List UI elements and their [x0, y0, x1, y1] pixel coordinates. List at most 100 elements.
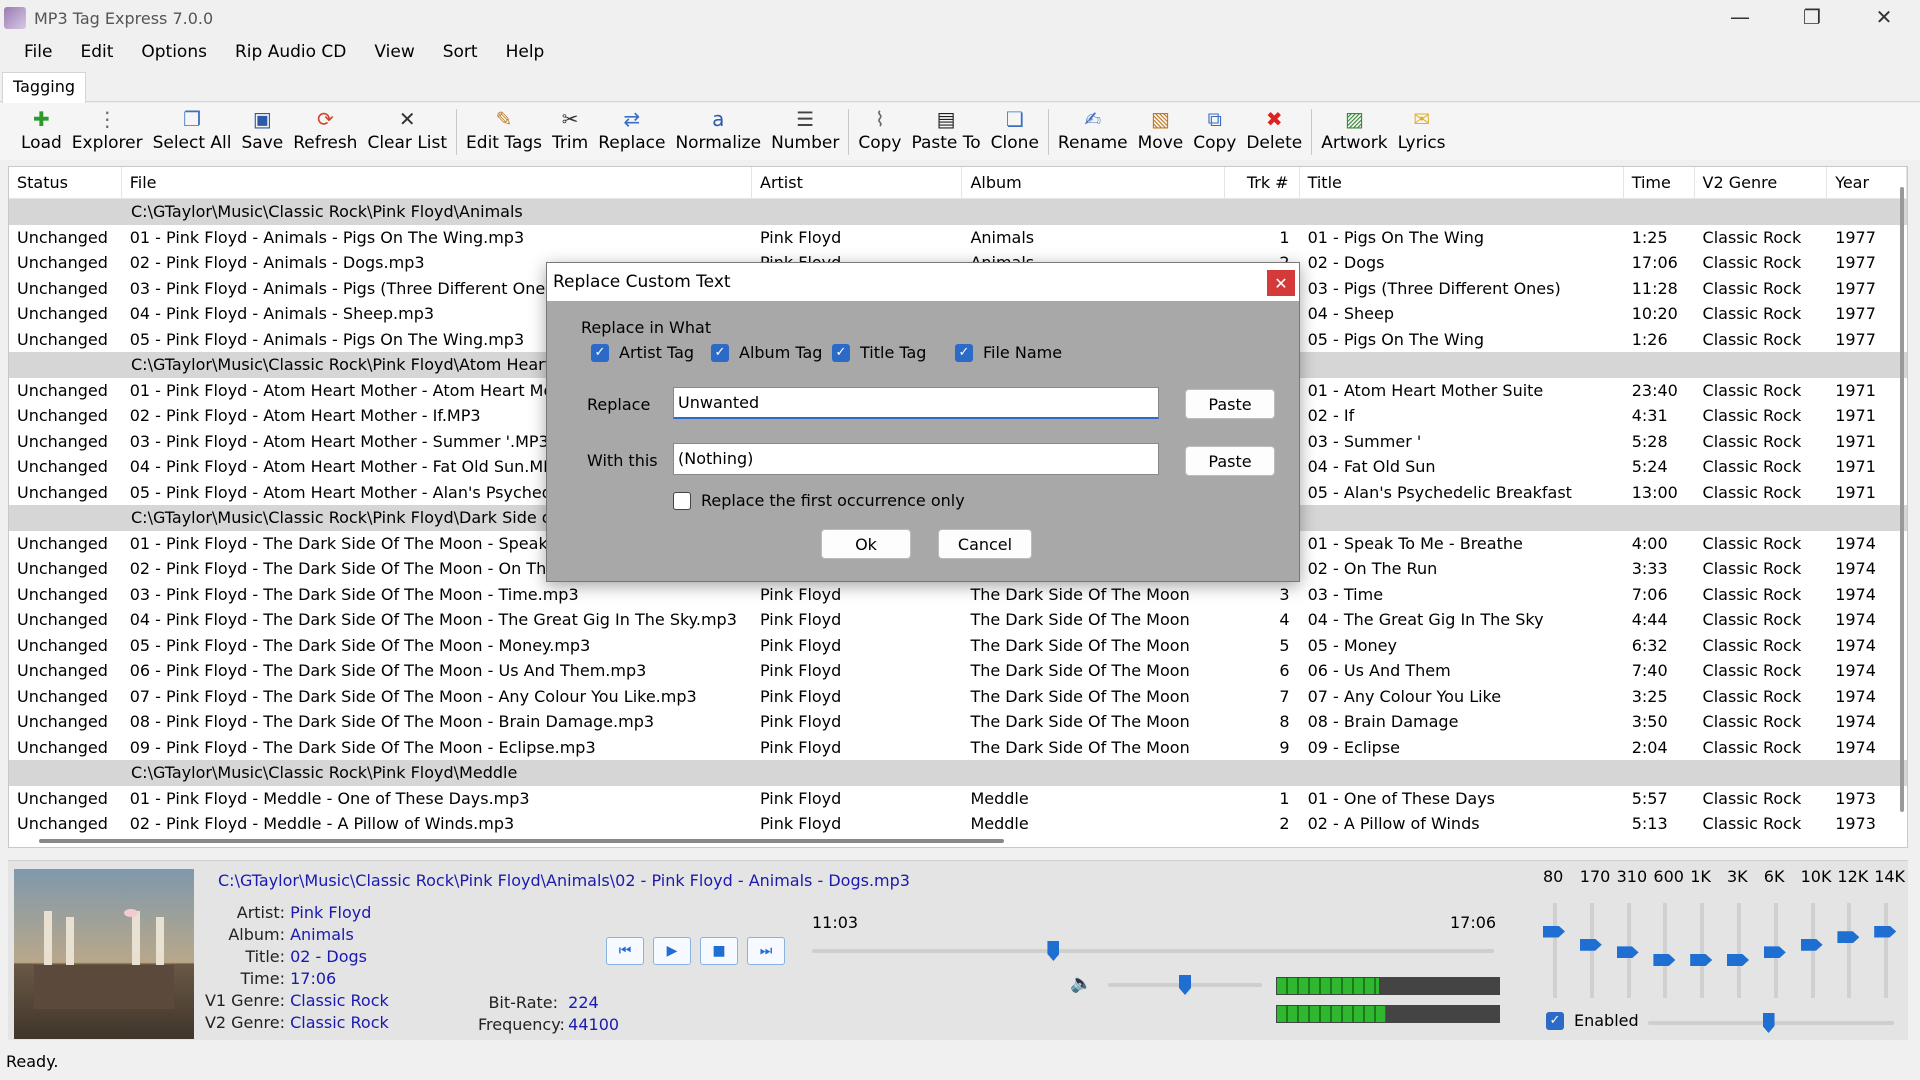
column-header-status[interactable]: Status: [9, 167, 122, 199]
progress-track[interactable]: [812, 949, 1494, 953]
progress-slider-thumb[interactable]: [1047, 941, 1060, 961]
paste-replace-button[interactable]: Paste: [1185, 389, 1275, 419]
cell-v2-genre: Classic Rock: [1702, 712, 1802, 732]
toolbar-move-button[interactable]: ▧ Move: [1133, 103, 1189, 159]
table-row[interactable]: Unchanged 06 - Pink Floyd - The Dark Side…: [9, 658, 1907, 684]
toolbar-artwork-button[interactable]: ▨ Artwork: [1316, 103, 1392, 159]
table-row[interactable]: Unchanged 09 - Pink Floyd - The Dark Side…: [9, 735, 1907, 761]
column-header-time[interactable]: Time: [1624, 167, 1695, 199]
toolbar-copy-button[interactable]: ⌇ Copy: [853, 103, 906, 159]
table-row[interactable]: Unchanged 07 - Pink Floyd - The Dark Side…: [9, 684, 1907, 710]
eq-band-track[interactable]: [1884, 903, 1889, 998]
menu-edit[interactable]: Edit: [66, 42, 127, 62]
toolbar-select-all-button[interactable]: ❐ Select All: [148, 103, 237, 159]
menu-options[interactable]: Options: [127, 42, 221, 62]
checkbox-title-tag[interactable]: ✓ Title Tag: [832, 343, 926, 362]
table-row[interactable]: Unchanged 01 - Pink Floyd - Meddle - One …: [9, 786, 1907, 812]
menu-sort[interactable]: Sort: [429, 42, 492, 62]
toolbar-load-button[interactable]: ✚ Load: [16, 103, 67, 159]
replace-input[interactable]: Unwanted: [673, 387, 1159, 419]
vertical-scrollbar[interactable]: [1900, 187, 1904, 812]
toolbar-trim-button[interactable]: ✂ Trim: [547, 103, 593, 159]
column-header-trk-[interactable]: Trk #: [1225, 167, 1300, 199]
menu-file[interactable]: File: [10, 42, 66, 62]
checkbox-album-tag[interactable]: ✓ Album Tag: [711, 343, 822, 362]
column-header-year[interactable]: Year: [1827, 167, 1907, 199]
eq-band-thumb[interactable]: [1653, 954, 1676, 966]
eq-band-thumb[interactable]: [1763, 946, 1786, 959]
toolbar-replace-button[interactable]: ⇄ Replace: [593, 103, 670, 159]
first-occurrence-checkbox[interactable]: Replace the first occurrence only: [673, 491, 965, 510]
eq-band-thumb[interactable]: [1579, 938, 1602, 951]
restore-button[interactable]: ❐: [1776, 0, 1848, 34]
eq-band-thumb[interactable]: [1727, 954, 1749, 966]
toolbar-edit-tags-button[interactable]: ✎ Edit Tags: [461, 103, 547, 159]
play-icon[interactable]: ▶: [653, 937, 691, 965]
eq-band-thumb[interactable]: [1800, 938, 1823, 951]
next-track-icon[interactable]: ⏭: [747, 937, 785, 965]
cell-v2-genre: Classic Rock: [1702, 788, 1802, 808]
close-icon[interactable]: ✕: [1267, 270, 1295, 296]
eq-band-thumb[interactable]: [1616, 946, 1639, 959]
toolbar-copy-button[interactable]: ⧉ Copy: [1188, 103, 1241, 159]
toolbar-clear-list-button[interactable]: ✕ Clear List: [362, 103, 452, 159]
column-header-title[interactable]: Title: [1300, 167, 1624, 199]
column-header-file[interactable]: File: [122, 167, 752, 199]
dialog-title-bar: Replace Custom Text ✕: [547, 263, 1299, 301]
menu-help[interactable]: Help: [492, 42, 559, 62]
folder-group-row[interactable]: C:\GTaylor\Music\Classic Rock\Pink Floyd…: [9, 199, 1907, 225]
folder-group-row[interactable]: C:\GTaylor\Music\Classic Rock\Pink Floyd…: [9, 760, 1907, 786]
cell-time: 10:20: [1631, 304, 1678, 324]
menu-rip-audio-cd[interactable]: Rip Audio CD: [221, 42, 360, 62]
toolbar-save-button[interactable]: ▣ Save: [237, 103, 289, 159]
ok-button[interactable]: Ok: [821, 529, 911, 559]
eq-enabled-checkbox[interactable]: ✓ Enabled: [1546, 1011, 1639, 1030]
tab-tagging[interactable]: Tagging: [2, 72, 86, 103]
eq-band-thumb[interactable]: [1690, 954, 1713, 966]
cancel-button[interactable]: Cancel: [938, 529, 1032, 559]
checkbox-checked-icon: ✓: [832, 343, 850, 362]
eq-band-track[interactable]: [1553, 903, 1557, 998]
toolbar-normalize-button[interactable]: a Normalize: [670, 103, 766, 159]
table-row[interactable]: Unchanged 02 - Pink Floyd - Meddle - A Pi…: [9, 811, 1907, 837]
horizontal-scrollbar[interactable]: [39, 839, 1004, 843]
checkbox-artist-tag[interactable]: ✓ Artist Tag: [591, 343, 694, 362]
toolbar-lyrics-button[interactable]: ✉ Lyrics: [1393, 103, 1451, 159]
eq-band-track[interactable]: [1737, 903, 1741, 998]
eq-band-track[interactable]: [1663, 903, 1668, 998]
copy-files-icon: ⧉: [1207, 107, 1222, 131]
with-this-input[interactable]: (Nothing): [673, 443, 1159, 475]
table-row[interactable]: Unchanged 05 - Pink Floyd - The Dark Side…: [9, 633, 1907, 659]
toolbar-rename-button[interactable]: ✍ Rename: [1053, 103, 1133, 159]
eq-band-thumb[interactable]: [1874, 925, 1897, 938]
cell-v2-genre: Classic Rock: [1702, 610, 1802, 630]
eq-band-thumb[interactable]: [1543, 925, 1565, 938]
toolbar-clone-button[interactable]: ❏ Clone: [986, 103, 1044, 159]
menu-view[interactable]: View: [360, 42, 428, 62]
paste-with-button[interactable]: Paste: [1185, 446, 1275, 476]
table-row[interactable]: Unchanged 08 - Pink Floyd - The Dark Side…: [9, 709, 1907, 735]
toolbar-refresh-button[interactable]: ⟳ Refresh: [288, 103, 362, 159]
table-row[interactable]: Unchanged 01 - Pink Floyd - Animals - Pig…: [9, 225, 1907, 251]
column-header-album[interactable]: Album: [962, 167, 1225, 199]
column-header-artist[interactable]: Artist: [752, 167, 963, 199]
previous-track-icon[interactable]: ⏮: [606, 937, 644, 965]
toolbar-delete-button[interactable]: ✖ Delete: [1241, 103, 1307, 159]
minimize-button[interactable]: —: [1704, 0, 1776, 34]
cell-status: Unchanged: [17, 686, 108, 706]
checkbox-file-name[interactable]: ✓ File Name: [955, 343, 1062, 362]
eq-band-track[interactable]: [1700, 903, 1705, 998]
volume-slider-thumb[interactable]: [1179, 975, 1191, 995]
close-window-button[interactable]: ✕: [1848, 0, 1920, 34]
table-row[interactable]: Unchanged 03 - Pink Floyd - The Dark Side…: [9, 582, 1907, 608]
balance-slider-thumb[interactable]: [1762, 1013, 1775, 1033]
column-header-v2-genre[interactable]: V2 Genre: [1695, 167, 1828, 199]
cell-title: 03 - Summer ': [1307, 431, 1422, 451]
toolbar-paste-to-button[interactable]: ▤ Paste To: [906, 103, 985, 159]
table-row[interactable]: Unchanged 04 - Pink Floyd - The Dark Side…: [9, 607, 1907, 633]
toolbar-explorer-button[interactable]: ⋮ Explorer: [67, 103, 148, 159]
eq-band-thumb[interactable]: [1837, 931, 1860, 944]
toolbar-number-button[interactable]: ☰ Number: [766, 103, 844, 159]
eq-band-track[interactable]: [1847, 903, 1852, 998]
stop-icon[interactable]: ■: [700, 937, 738, 965]
